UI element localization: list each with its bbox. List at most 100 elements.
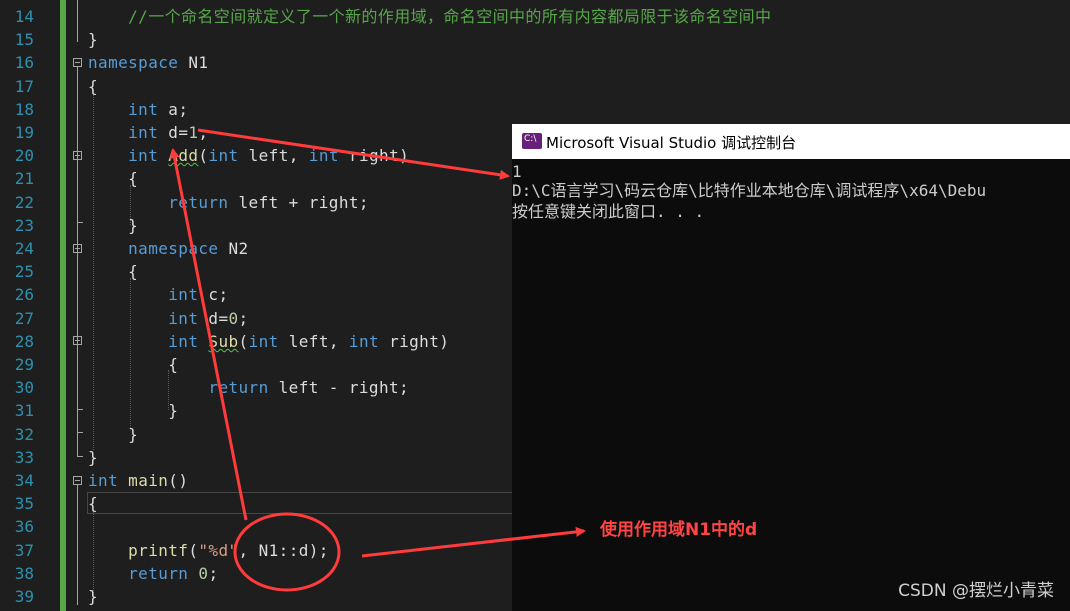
- code-text: {: [88, 260, 138, 283]
- code-token: }: [88, 401, 179, 421]
- code-text: int c;: [88, 283, 228, 306]
- code-text: int d=1;: [88, 121, 208, 144]
- code-line[interactable]: 14 //一个命名空间就定义了一个新的作用域，命名空间中的所有内容都局限于该命名…: [0, 5, 1070, 28]
- line-number: 30: [14, 378, 34, 398]
- line-number: 14: [14, 7, 34, 26]
- line-number: 19: [14, 123, 34, 142]
- line-number: 23: [14, 215, 34, 235]
- code-token: c;: [198, 285, 229, 305]
- code-text: int main(): [88, 469, 188, 492]
- code-text: int a;: [88, 98, 188, 121]
- code-token: left - right;: [268, 378, 410, 398]
- code-token: }: [88, 424, 139, 444]
- line-number: 37: [14, 540, 34, 560]
- code-token: int: [168, 308, 199, 328]
- code-token: a;: [158, 99, 189, 119]
- code-line[interactable]: 15}: [0, 28, 1070, 51]
- debug-console-window[interactable]: C:\ Microsoft Visual Studio 调试控制台 1 D:\C…: [512, 124, 1070, 611]
- code-text: {: [88, 353, 178, 376]
- console-output-line: 1: [512, 162, 522, 181]
- code-text: return 0;: [88, 562, 218, 585]
- line-number: 20: [14, 146, 34, 166]
- line-number: 33: [14, 447, 34, 467]
- code-text: }: [88, 399, 178, 422]
- code-text: //一个命名空间就定义了一个新的作用域，命名空间中的所有内容都局限于该命名空间中: [88, 5, 771, 28]
- code-token: int: [128, 146, 159, 166]
- code-text: printf("%d", N1::d);: [88, 539, 329, 562]
- code-text: int d=0;: [88, 307, 249, 330]
- code-token: "%d": [198, 540, 239, 560]
- line-number: 28: [14, 331, 34, 351]
- code-text: }: [88, 446, 98, 469]
- line-number: 35: [14, 494, 34, 514]
- code-token: left + right;: [228, 192, 369, 212]
- csdn-watermark: CSDN @摆烂小青菜: [898, 581, 1054, 601]
- console-title: Microsoft Visual Studio 调试控制台: [546, 134, 797, 152]
- code-token: return: [208, 378, 269, 398]
- code-token: 0: [198, 563, 209, 583]
- code-token: int: [208, 146, 239, 166]
- code-token: int: [168, 331, 199, 351]
- code-token: int: [308, 146, 339, 166]
- code-token: {: [88, 169, 139, 189]
- code-token: //一个命名空间就定义了一个新的作用域，命名空间中的所有内容都局限于该命名空间中: [88, 7, 772, 26]
- code-text: }: [88, 214, 138, 237]
- visual-studio-console-icon: C:\: [522, 133, 542, 149]
- code-token: right): [338, 146, 410, 166]
- console-output-line: 按任意键关闭此窗口. . .: [512, 202, 705, 221]
- line-number: 36: [14, 517, 34, 537]
- code-token: {: [88, 76, 99, 96]
- line-number: 31: [14, 401, 34, 421]
- code-line[interactable]: 18 int a;: [0, 98, 1070, 121]
- line-number: 39: [14, 587, 34, 606]
- line-number: 34: [14, 471, 34, 490]
- code-token: , N1::d);: [238, 540, 329, 560]
- code-token: (: [188, 540, 199, 560]
- code-token: left,: [238, 146, 309, 166]
- code-token: {: [88, 262, 139, 282]
- code-text: {: [88, 492, 98, 515]
- code-token: int: [248, 331, 279, 351]
- code-token: N2: [218, 239, 249, 258]
- code-token: left,: [278, 331, 349, 351]
- code-token: int: [168, 285, 199, 305]
- code-text: int Add(int left, int right): [88, 144, 409, 167]
- code-text: namespace N2: [88, 237, 249, 260]
- line-number: 22: [14, 192, 34, 212]
- code-token: int: [88, 471, 119, 490]
- code-text: int Sub(int left, int right): [88, 330, 449, 353]
- line-number: 26: [14, 285, 34, 305]
- code-token: 0: [228, 308, 239, 328]
- line-number: 32: [14, 424, 34, 444]
- code-token: namespace: [88, 53, 179, 73]
- line-number: 18: [14, 99, 34, 119]
- line-number: 38: [14, 563, 34, 583]
- code-token: namespace: [128, 239, 219, 258]
- code-line[interactable]: 16 namespace N1: [0, 51, 1070, 74]
- code-token: Sub: [208, 331, 239, 351]
- code-token: d=: [158, 123, 189, 142]
- line-number: 24: [14, 239, 34, 258]
- code-text: }: [88, 585, 98, 608]
- code-token: N1: [178, 53, 209, 73]
- code-token: right): [379, 331, 450, 351]
- console-titlebar[interactable]: C:\ Microsoft Visual Studio 调试控制台: [512, 124, 1070, 159]
- code-token: (: [238, 331, 249, 351]
- code-token: (): [168, 471, 189, 490]
- code-token: ;: [208, 563, 219, 583]
- line-number: 29: [14, 355, 34, 374]
- code-line[interactable]: 17 {: [0, 75, 1070, 98]
- code-text: namespace N1: [88, 51, 208, 74]
